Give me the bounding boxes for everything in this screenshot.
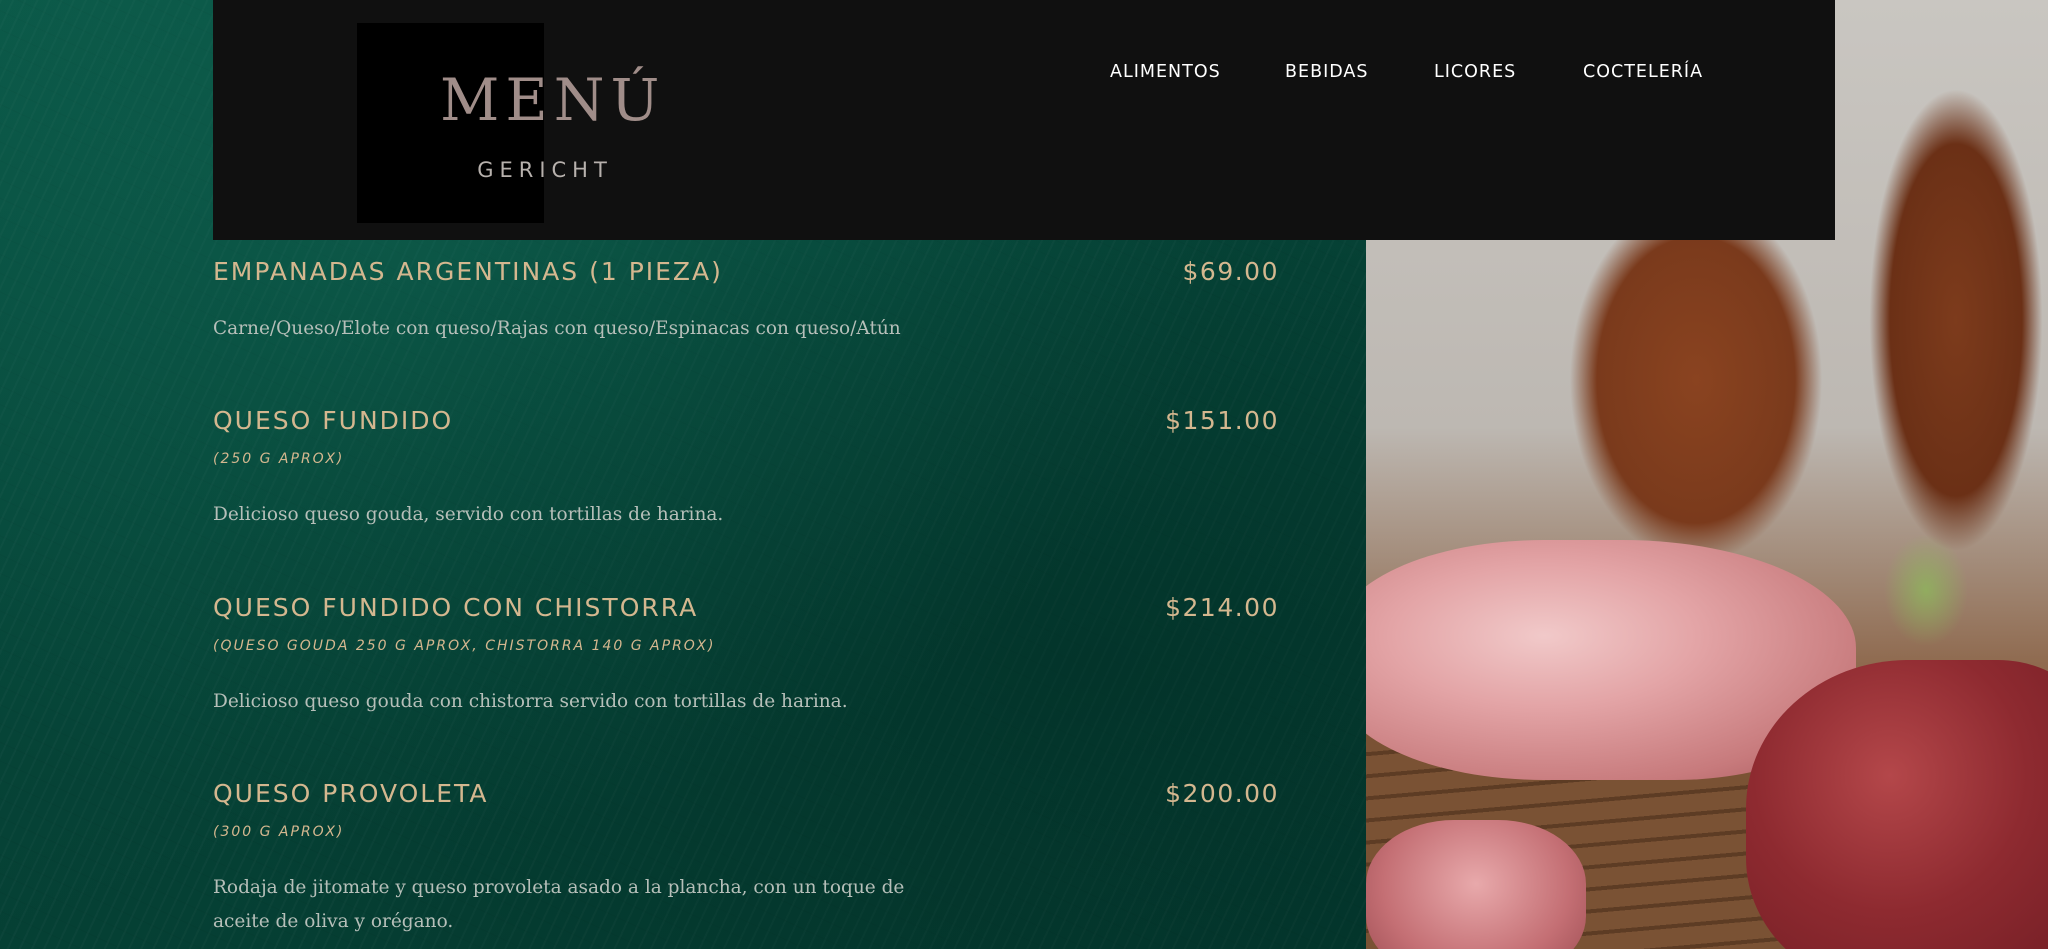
item-price: $214.00 [1165, 593, 1279, 622]
nav-item-licores[interactable]: LICORES [1434, 62, 1516, 82]
item-portion: (250 G APROX) [213, 451, 345, 467]
item-name: EMPANADAS ARGENTINAS (1 PIEZA) [213, 257, 723, 286]
nav-item-bebidas[interactable]: BEBIDAS [1285, 62, 1368, 82]
item-name: QUESO FUNDIDO CON CHISTORRA [213, 593, 699, 622]
nav-item-alimentos[interactable]: ALIMENTOS [1110, 62, 1221, 82]
item-portion: (QUESO GOUDA 250 G APROX, CHISTORRA 140 … [213, 638, 716, 654]
logo-subtitle: GERICHT [477, 158, 613, 182]
item-description: Carne/Queso/Elote con queso/Rajas con qu… [213, 318, 901, 339]
nav-item-cocteleria[interactable]: COCTELERÍA [1583, 62, 1703, 82]
item-description: Delicioso queso gouda, servido con torti… [213, 504, 724, 525]
item-price: $69.00 [1182, 257, 1279, 286]
item-description: Rodaja de jitomate y queso provoleta asa… [213, 877, 905, 932]
item-description: Delicioso queso gouda con chistorra serv… [213, 691, 848, 712]
main-nav: ALIMENTOS BEBIDAS LICORES COCTELERÍA [0, 62, 2048, 86]
item-price: $151.00 [1165, 406, 1279, 435]
item-portion: (300 G APROX) [213, 824, 345, 840]
item-name: QUESO PROVOLETA [213, 779, 489, 808]
item-price: $200.00 [1165, 779, 1279, 808]
item-name: QUESO FUNDIDO [213, 406, 454, 435]
meat-slice-image [1366, 820, 1586, 949]
